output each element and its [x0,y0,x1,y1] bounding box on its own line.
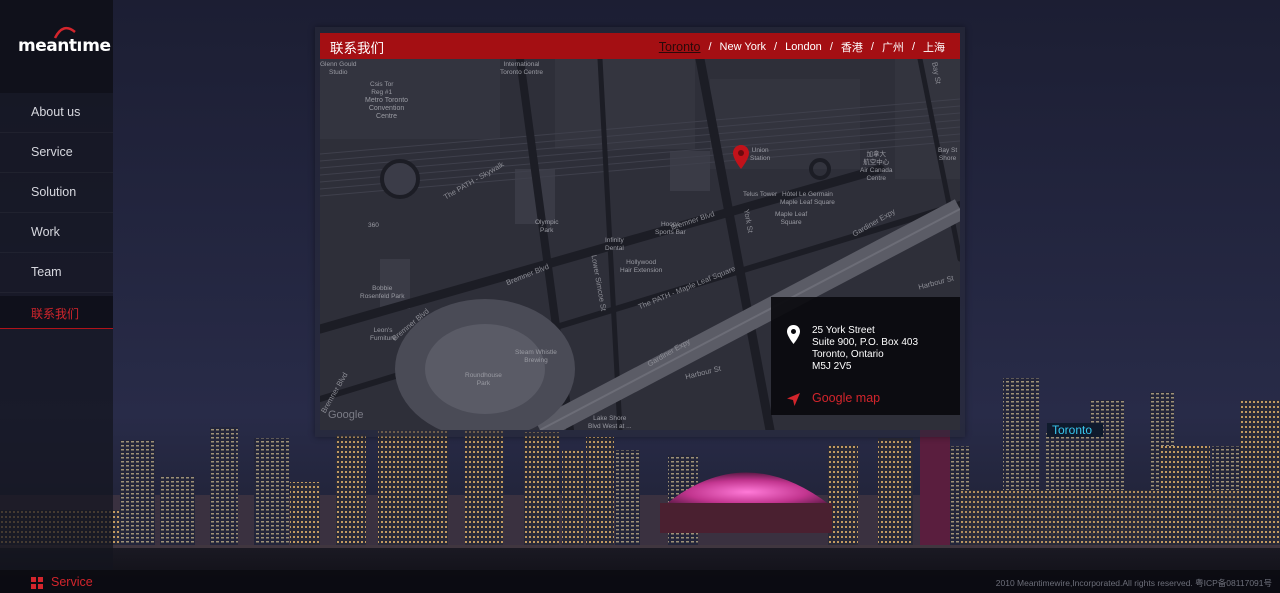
google-logo: Google [328,409,364,421]
panel-header: 联系我们 Toronto / New York / London / 香港 / … [320,33,960,59]
map-pin-icon[interactable] [733,145,749,171]
city-tabs: Toronto / New York / London / 香港 / 广州 / … [658,39,945,55]
copyright: 2010 Meantimewire,Incorporated.All right… [995,578,1272,588]
nav-item-contact[interactable]: 联系我们 [0,296,113,329]
sidebar: meantıme About us Service Solution Work … [0,0,113,570]
toronto-sign: Toronto [1052,423,1092,437]
city-tab-new-york[interactable]: New York [720,41,766,53]
footer-service-link[interactable]: Service [51,575,93,589]
city-tab-guangzhou[interactable]: 广州 [882,39,904,55]
panel-title: 联系我们 [330,41,384,57]
google-map-link[interactable]: Google map [812,391,880,405]
address-card: 25 York Street Suite 900, P.O. Box 403 T… [771,297,960,415]
city-tab-london[interactable]: London [785,41,822,53]
nav-item-solution[interactable]: Solution [0,173,113,213]
city-tab-toronto[interactable]: Toronto [659,40,701,54]
city-tab-hong-kong[interactable]: 香港 [841,39,863,55]
city-tab-shanghai[interactable]: 上海 [923,39,945,55]
logo-swoosh-icon [53,26,76,39]
footer: Service 2010 Meantimewire,Incorporated.A… [0,570,1280,593]
nav-item-work[interactable]: Work [0,213,113,253]
address-line-1: 25 York Street [812,325,875,336]
grid-icon [31,577,43,589]
address-line-3: Toronto, Ontario [812,349,884,360]
nav-item-service[interactable]: Service [0,133,113,173]
nav-item-team[interactable]: Team [0,253,113,293]
navigation-arrow-icon [787,393,800,406]
address-line-2: Suite 900, P.O. Box 403 [812,337,919,348]
logo[interactable]: meantıme [0,0,113,93]
location-pin-icon [787,325,800,344]
nav-item-about-us[interactable]: About us [0,93,113,133]
address-line-4: M5J 2V5 [812,361,852,372]
